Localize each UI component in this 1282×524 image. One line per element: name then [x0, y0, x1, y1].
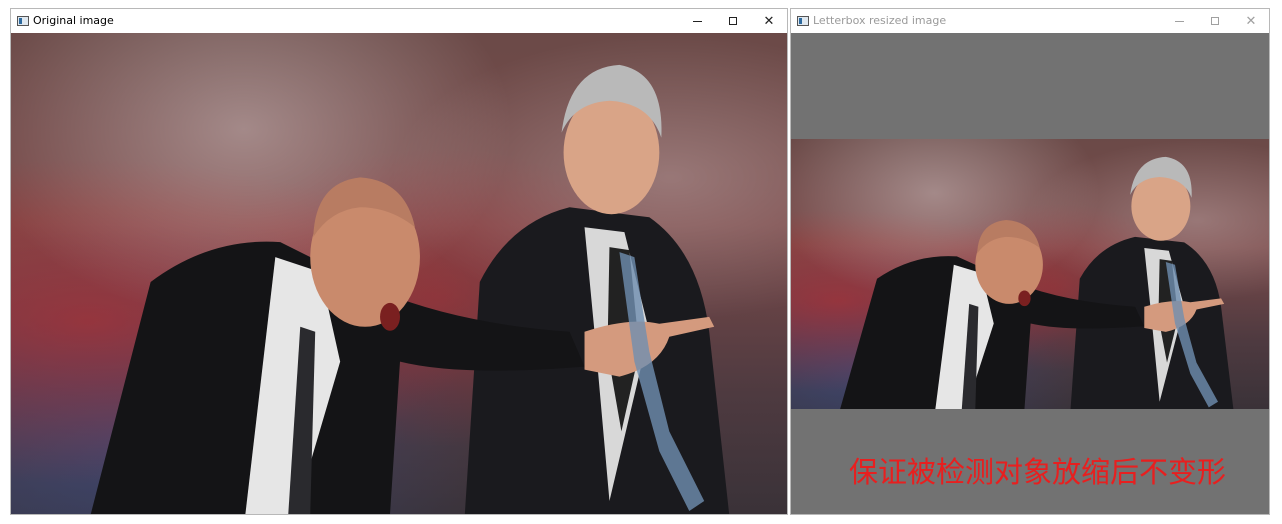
window-title: Original image: [33, 14, 114, 27]
maximize-button[interactable]: [715, 9, 751, 33]
window-controls: ✕: [1161, 9, 1269, 33]
photo-illustration: [90, 64, 730, 514]
close-icon: ✕: [1245, 13, 1257, 29]
photo-illustration: [840, 156, 1234, 409]
close-button[interactable]: ✕: [1233, 9, 1269, 33]
letterbox-canvas: 保证被检测对象放缩后不变形: [791, 33, 1269, 514]
letterbox-image-window: Letterbox resized image ✕ 保证被检测对象放缩后不变形: [790, 8, 1270, 515]
minimize-icon: [692, 20, 702, 22]
original-photo: [11, 33, 787, 514]
original-image-window: Original image ✕: [10, 8, 788, 515]
maximize-icon: [1211, 17, 1219, 25]
maximize-button[interactable]: [1197, 9, 1233, 33]
maximize-icon: [729, 17, 737, 25]
window-app-icon: [17, 16, 29, 26]
close-icon: ✕: [763, 13, 775, 29]
title-bar[interactable]: Original image ✕: [11, 9, 787, 33]
minimize-button[interactable]: [679, 9, 715, 33]
minimize-button[interactable]: [1161, 9, 1197, 33]
image-canvas: [11, 33, 787, 514]
resized-photo: [791, 139, 1269, 409]
caption-text: 保证被检测对象放缩后不变形: [849, 455, 1227, 489]
close-button[interactable]: ✕: [751, 9, 787, 33]
minimize-icon: [1174, 20, 1184, 22]
window-title: Letterbox resized image: [813, 14, 947, 27]
window-app-icon: [797, 16, 809, 26]
window-controls: ✕: [679, 9, 787, 33]
title-bar[interactable]: Letterbox resized image ✕: [791, 9, 1269, 33]
